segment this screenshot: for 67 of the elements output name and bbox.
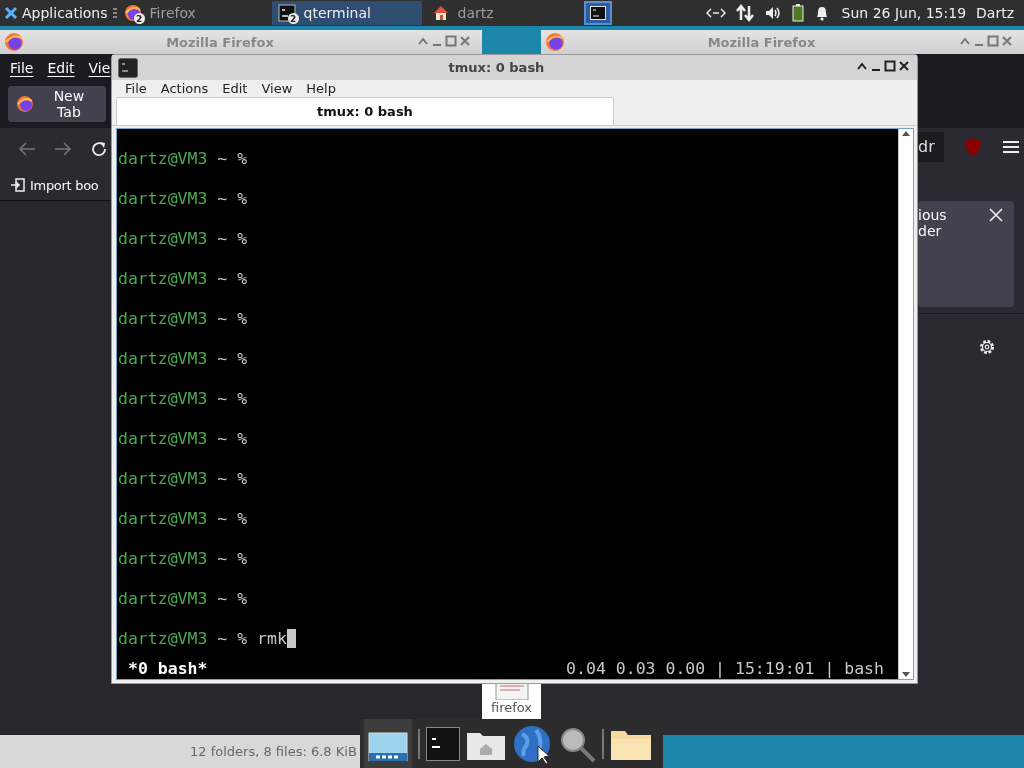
count-badge: 2 xyxy=(287,13,299,24)
terminal-icon[interactable] xyxy=(426,726,460,761)
terminal-line: dartz@VM3 ~ % xyxy=(118,549,248,569)
workspace-pager[interactable] xyxy=(583,1,612,25)
address-field[interactable]: dr xyxy=(918,131,944,162)
forward-arrow-icon[interactable] xyxy=(54,142,72,156)
firefox-icon xyxy=(123,4,142,22)
taskbar-button[interactable]: dartz xyxy=(425,1,576,25)
terminal-line: dartz@VM3 ~ % xyxy=(118,309,248,329)
firefox-icon xyxy=(16,95,34,113)
x-logo-icon xyxy=(4,6,18,20)
settings-icon[interactable] xyxy=(978,338,996,356)
volume-icon xyxy=(763,5,782,21)
status-text: *0 bash* xyxy=(128,659,208,679)
network-icon xyxy=(705,6,726,20)
window-title: tmux: 0 bash xyxy=(447,60,546,75)
terminal-line: dartz@VM3 ~ % xyxy=(118,189,248,209)
close-icon[interactable] xyxy=(988,207,1004,223)
terminal-icon xyxy=(118,57,138,78)
file-label[interactable]: firefox xyxy=(490,700,533,715)
battery-icon xyxy=(791,4,804,22)
menu-icon[interactable] xyxy=(1002,139,1020,154)
window-title: Mozilla Firefox xyxy=(165,34,275,50)
count-badge: 2 xyxy=(133,13,145,24)
terminal-line: dartz@VM3 ~ % xyxy=(118,429,248,449)
maximize-icon[interactable] xyxy=(883,59,897,73)
scroll-down-icon[interactable] xyxy=(901,671,911,679)
menu-item[interactable]: File xyxy=(10,60,34,76)
terminal-line: dartz@VM3 ~ % xyxy=(118,229,248,249)
terminal-line: dartz@VM3 ~ % xyxy=(118,269,248,289)
terminal-line: dartz@VM3 ~ % xyxy=(118,149,248,169)
terminal-line: dartz@VM3 ~ % xyxy=(118,389,248,409)
menu-item[interactable]: Help xyxy=(299,81,343,96)
menu-item[interactable]: Vie xyxy=(88,60,111,76)
status-text: 0.04 0.03 0.00 | 15:19:01 | bash xyxy=(566,659,884,679)
terminal-icon xyxy=(589,6,606,20)
menu-item[interactable]: Edit xyxy=(47,60,75,76)
window-title: Mozilla Firefox xyxy=(706,34,817,50)
back-arrow-icon[interactable] xyxy=(18,142,36,156)
terminal-line: dartz@VM3 ~ % rmk xyxy=(118,629,287,649)
notification-text: der xyxy=(918,223,943,239)
menu-item[interactable]: Edit xyxy=(215,81,255,96)
browser-tab[interactable]: New Tab xyxy=(8,86,106,122)
menu-item[interactable]: File xyxy=(118,81,154,96)
separator-handle-icon xyxy=(111,7,118,19)
notification-text: ious xyxy=(918,207,947,223)
terminal-line: dartz@VM3 ~ % xyxy=(118,589,248,609)
import-icon[interactable] xyxy=(10,177,26,193)
taskbar-button[interactable]: 2 Firefox xyxy=(117,1,268,25)
terminal-icon xyxy=(277,4,296,22)
close-icon[interactable] xyxy=(897,59,911,73)
terminal-line: dartz@VM3 ~ % xyxy=(118,349,248,369)
terminal-line: dartz@VM3 ~ % xyxy=(118,509,248,529)
transfer-arrows-icon xyxy=(735,4,754,22)
firefox-icon xyxy=(4,32,24,52)
terminal-line: dartz@VM3 ~ % xyxy=(118,469,248,489)
globe-icon[interactable] xyxy=(512,723,552,764)
bookmark-item[interactable]: Import boo xyxy=(30,177,99,193)
reload-icon[interactable] xyxy=(90,140,108,158)
clock: Sun 26 Jun, 15:19 xyxy=(841,5,967,21)
terminal-tab[interactable]: tmux: 0 bash xyxy=(116,97,614,125)
applications-menu[interactable]: Applications xyxy=(0,0,112,26)
firefox-icon xyxy=(545,32,565,52)
menu-item[interactable]: View xyxy=(254,81,300,96)
taskbar-button[interactable]: 2 qterminal xyxy=(271,1,422,25)
user-name: Dartz xyxy=(976,5,1014,21)
menu-item[interactable]: Actions xyxy=(153,81,216,96)
